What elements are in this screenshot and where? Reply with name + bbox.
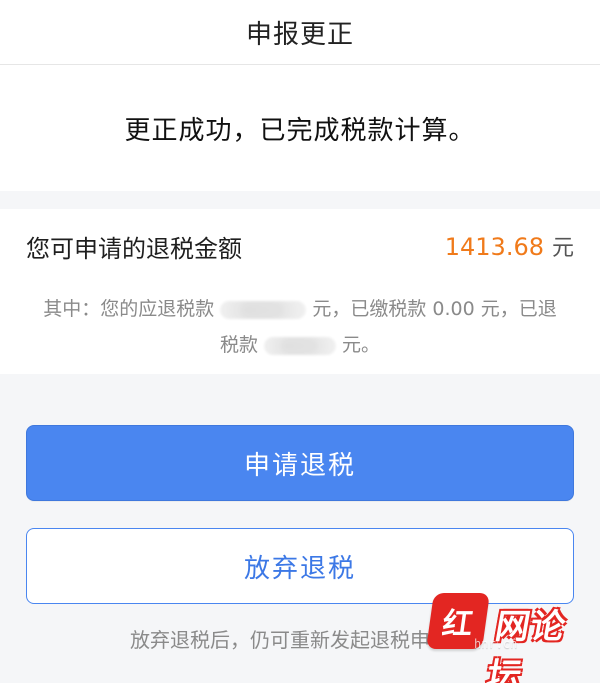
masked-refunded-amount-icon xyxy=(264,336,336,355)
tax-refund-correction-page: 申报更正 更正成功，已完成税款计算。 您可申请的退税金额 1413.68 元 其… xyxy=(0,0,600,683)
success-card: 更正成功，已完成税款计算。 xyxy=(0,65,600,191)
page-title: 申报更正 xyxy=(245,19,354,50)
top-nav-bar: 申报更正 xyxy=(0,0,600,65)
actions-section: 申请退税 放弃退税 放弃退税后，仍可重新发起退税申请。 xyxy=(0,374,600,653)
detail-paid-amount: 0.00 xyxy=(432,298,475,320)
refund-row: 您可申请的退税金额 1413.68 元 xyxy=(26,209,574,283)
detail-paid-suffix: 元，已退 xyxy=(480,298,557,320)
abandon-refund-button[interactable]: 放弃退税 xyxy=(26,528,574,604)
masked-refund-amount-icon xyxy=(220,300,307,319)
detail-masked1-suffix: 元，已缴税款 xyxy=(312,298,427,320)
footer-note: 放弃退税后，仍可重新发起退税申请。 xyxy=(130,628,470,652)
refund-label: 您可申请的退税金额 xyxy=(26,234,242,263)
detail-masked2-suffix: 元。 xyxy=(342,334,381,356)
refund-amount-unit: 元 xyxy=(551,236,574,261)
apply-refund-button[interactable]: 申请退税 xyxy=(26,425,574,501)
detail-prefix: 其中：您的应退税款 xyxy=(43,298,215,320)
refund-detail: 其中：您的应退税款 元，已缴税款 0.00 元，已退 税款 元。 xyxy=(26,283,574,363)
refund-amount-value: 1413.68 xyxy=(444,233,544,261)
refund-card: 您可申请的退税金额 1413.68 元 其中：您的应退税款 元，已缴税款 0.0… xyxy=(0,209,600,374)
section-gap xyxy=(0,191,600,209)
refund-amount: 1413.68 元 xyxy=(445,230,574,262)
success-message: 更正成功，已完成税款计算。 xyxy=(124,115,476,146)
detail-line2-prefix: 税款 xyxy=(219,334,258,356)
